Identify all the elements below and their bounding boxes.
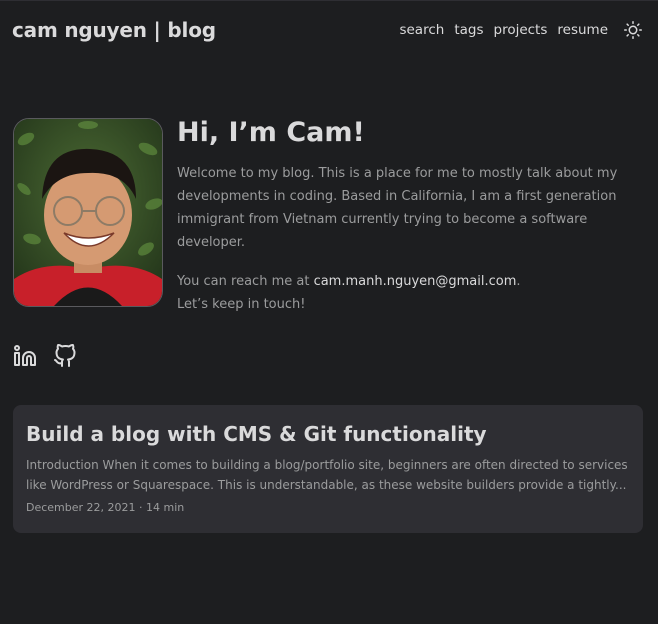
post-card[interactable]: Build a blog with CMS & Git functionalit… bbox=[13, 405, 643, 533]
site-header: cam nguyen | blog search tags projects r… bbox=[12, 16, 642, 44]
contact-prefix: You can reach me at bbox=[177, 274, 314, 289]
hero-title: Hi, I’m Cam! bbox=[177, 117, 365, 148]
bio: Hi, I’m Cam! Welcome to my blog. This is… bbox=[177, 118, 643, 316]
post-title: Build a blog with CMS & Git functionalit… bbox=[26, 422, 487, 446]
avatar-photo bbox=[14, 119, 162, 306]
theme-toggle-button[interactable] bbox=[624, 21, 642, 39]
post-meta: December 22, 2021 · 14 min bbox=[26, 501, 630, 514]
bio-closing: Let’s keep in touch! bbox=[177, 297, 306, 312]
contact-suffix: . bbox=[516, 274, 521, 289]
main-nav: search tags projects resume bbox=[399, 21, 642, 39]
email-link[interactable]: cam.manh.nguyen@gmail.com bbox=[314, 274, 517, 289]
nav-tags[interactable]: tags bbox=[454, 22, 483, 38]
nav-search[interactable]: search bbox=[399, 22, 444, 38]
github-icon bbox=[54, 344, 76, 367]
linkedin-icon bbox=[14, 345, 36, 366]
post-date: December 22, 2021 bbox=[26, 501, 136, 514]
sun-icon bbox=[624, 21, 642, 39]
site-logo[interactable]: cam nguyen | blog bbox=[12, 18, 216, 42]
linkedin-link[interactable] bbox=[13, 344, 37, 368]
bio-intro: Welcome to my blog. This is a place for … bbox=[177, 166, 618, 250]
profile-section: Hi, I’m Cam! Welcome to my blog. This is… bbox=[13, 118, 643, 316]
page: cam nguyen | blog search tags projects r… bbox=[0, 0, 658, 624]
avatar bbox=[13, 118, 163, 307]
social-links bbox=[13, 344, 77, 368]
top-divider bbox=[0, 0, 658, 1]
nav-projects[interactable]: projects bbox=[494, 22, 548, 38]
bio-contact: You can reach me at cam.manh.nguyen@gmai… bbox=[177, 270, 643, 293]
post-read-time: 14 min bbox=[146, 501, 185, 514]
github-link[interactable] bbox=[53, 344, 77, 368]
nav-resume[interactable]: resume bbox=[557, 22, 608, 38]
post-excerpt: Introduction When it comes to building a… bbox=[26, 458, 628, 492]
meta-separator: · bbox=[139, 501, 143, 514]
